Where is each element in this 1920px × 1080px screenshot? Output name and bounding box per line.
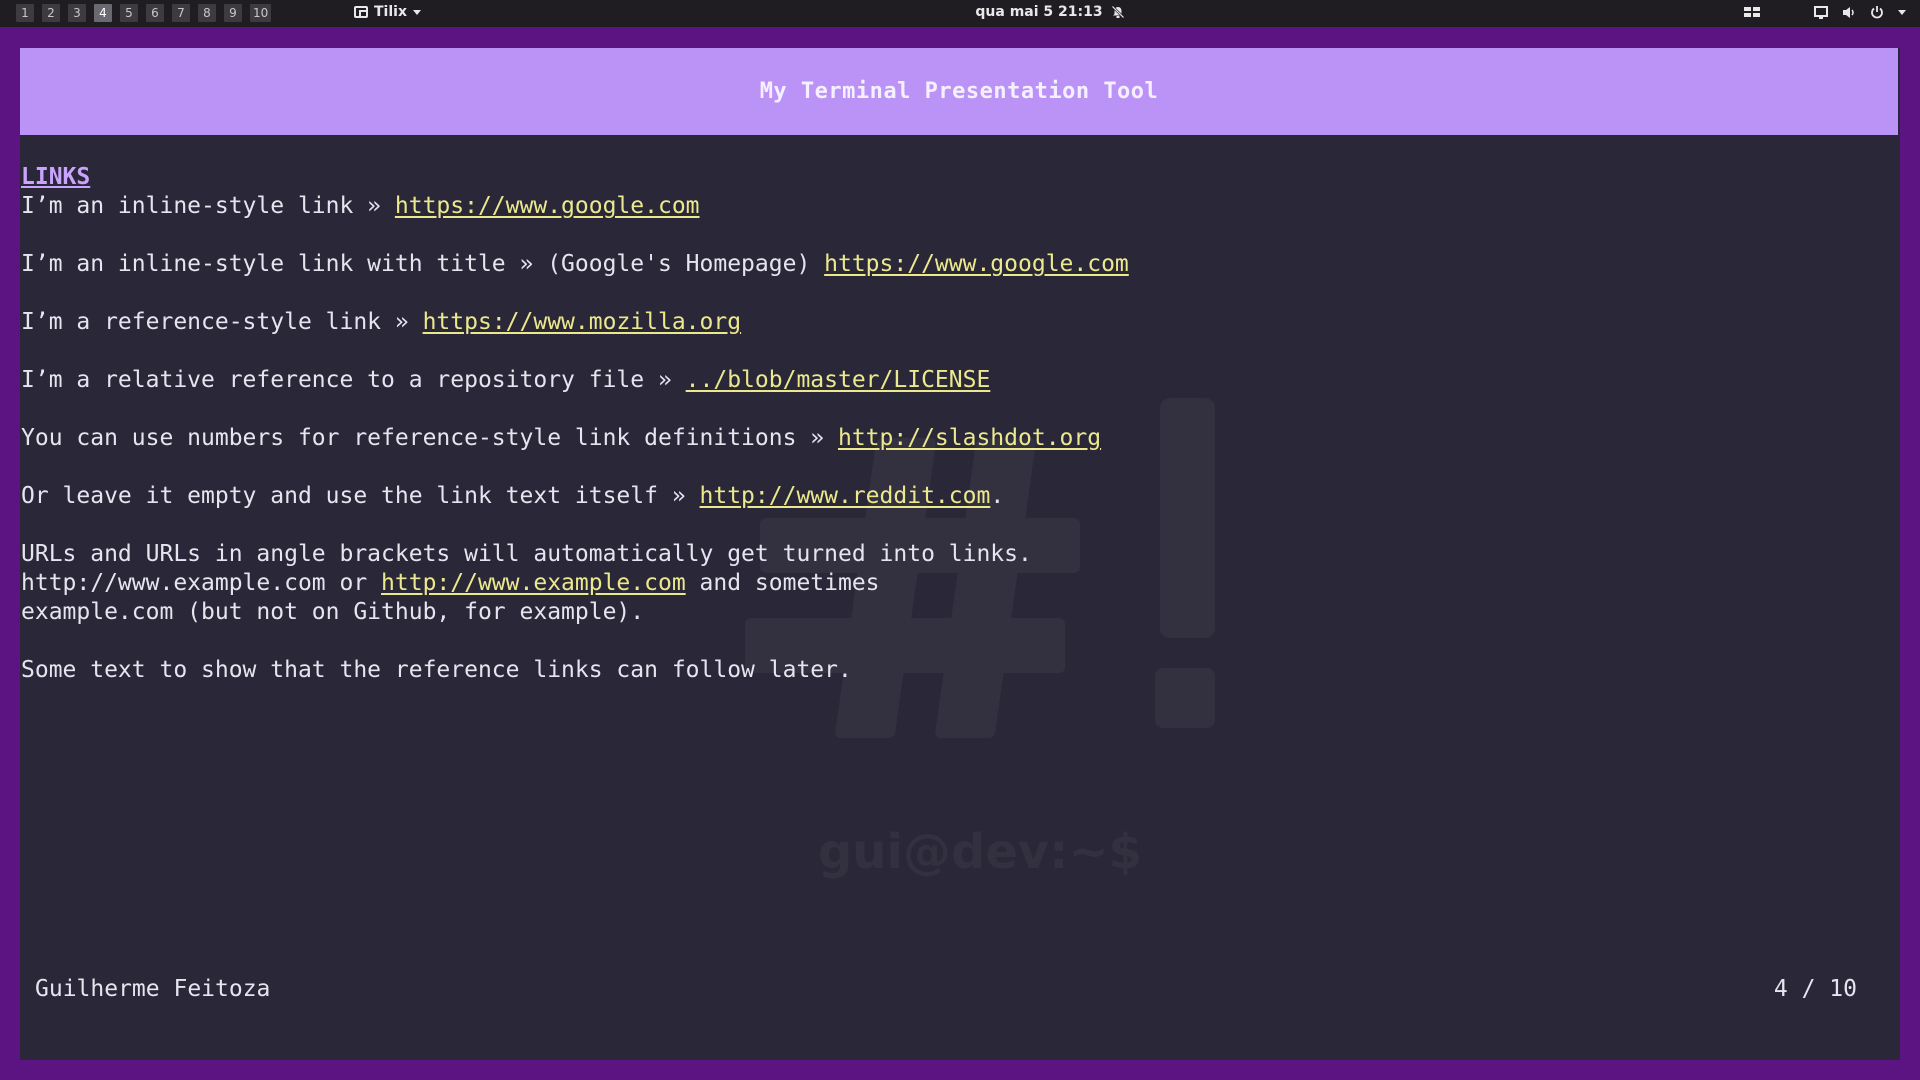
clock-button[interactable]: qua mai 5 21:13 [900, 4, 1200, 20]
slide-author: Guilherme Feitoza [35, 976, 271, 1002]
layout-grid-icon[interactable] [1744, 6, 1760, 18]
paragraph-line: Some text to show that the reference lin… [21, 657, 852, 683]
paragraph-line: example.com (but not on Github, for exam… [21, 599, 645, 625]
volume-icon[interactable] [1842, 6, 1856, 19]
paragraph-line: http://www.example.com or http://www.exa… [21, 569, 1900, 598]
link-description: I’m a reference-style link » [21, 309, 423, 335]
app-menu-label: Tilix [374, 4, 407, 20]
link-description: You can use numbers for reference-style … [21, 425, 838, 451]
page-indicator: 4 / 10 [1773, 976, 1857, 1002]
google-link[interactable]: https://www.google.com [395, 193, 700, 219]
display-icon[interactable] [1814, 5, 1828, 19]
list-item: Or leave it empty and use the link text … [21, 482, 1900, 511]
power-icon[interactable] [1870, 5, 1884, 19]
terminal-window[interactable]: gui@dev:~$ My Terminal Presentation Tool… [20, 48, 1900, 1060]
link-description: I’m an inline-style link with title » (G… [21, 251, 825, 277]
reddit-link[interactable]: http://www.reddit.com [700, 483, 991, 509]
system-tray [1744, 5, 1906, 19]
workspace-8[interactable]: 8 [198, 4, 216, 22]
workspace-5[interactable]: 5 [120, 4, 138, 22]
list-item: I’m an inline-style link with title » (G… [21, 250, 1900, 279]
paragraph-line: URLs and URLs in angle brackets will aut… [21, 541, 1032, 567]
mozilla-link[interactable]: https://www.mozilla.org [423, 309, 742, 335]
slashdot-link[interactable]: http://slashdot.org [838, 425, 1101, 451]
workspace-3[interactable]: 3 [68, 4, 86, 22]
slide-header: My Terminal Presentation Tool [20, 48, 1898, 135]
list-item: I’m a relative reference to a repository… [21, 366, 1900, 395]
slide-title: My Terminal Presentation Tool [759, 79, 1159, 104]
plain-url-text: http://www.example.com or [21, 570, 382, 596]
list-item: I’m an inline-style link » https://www.g… [21, 192, 1900, 221]
workspace-1[interactable]: 1 [16, 4, 34, 22]
top-panel: 1 2 3 4 5 6 7 8 9 10 Tilix qua mai 5 21:… [0, 0, 1920, 27]
workspace-9[interactable]: 9 [224, 4, 242, 22]
watermark-prompt: gui@dev:~$ [818, 824, 1142, 880]
workspace-4[interactable]: 4 [94, 4, 112, 22]
paragraph-text: and sometimes [685, 570, 880, 596]
slide-content: LINKS I’m an inline-style link » https:/… [21, 163, 1900, 685]
list-item: I’m a reference-style link » https://www… [21, 308, 1900, 337]
link-description: I’m a relative reference to a repository… [21, 367, 686, 393]
section-heading-line: LINKS [21, 163, 1900, 192]
workspace-switcher: 1 2 3 4 5 6 7 8 9 10 [16, 4, 272, 22]
link-description: Or leave it empty and use the link text … [21, 483, 700, 509]
license-link[interactable]: ../blob/master/LICENSE [686, 367, 991, 393]
period: . [990, 483, 1005, 509]
list-item: You can use numbers for reference-style … [21, 424, 1900, 453]
chevron-down-icon[interactable] [1898, 9, 1906, 15]
example-link[interactable]: http://www.example.com [381, 570, 686, 596]
clock-label: qua mai 5 21:13 [975, 4, 1103, 20]
section-heading: LINKS [21, 164, 91, 190]
terminal-app-icon [354, 6, 368, 18]
workspace-10[interactable]: 10 [250, 4, 272, 22]
app-menu-button[interactable]: Tilix [354, 4, 421, 20]
chevron-down-icon [412, 9, 421, 15]
workspace-6[interactable]: 6 [146, 4, 164, 22]
workspace-2[interactable]: 2 [42, 4, 60, 22]
workspace-7[interactable]: 7 [172, 4, 190, 22]
bell-muted-icon [1111, 5, 1124, 19]
link-description: I’m an inline-style link » [21, 193, 395, 219]
google-titled-link[interactable]: https://www.google.com [824, 251, 1129, 277]
